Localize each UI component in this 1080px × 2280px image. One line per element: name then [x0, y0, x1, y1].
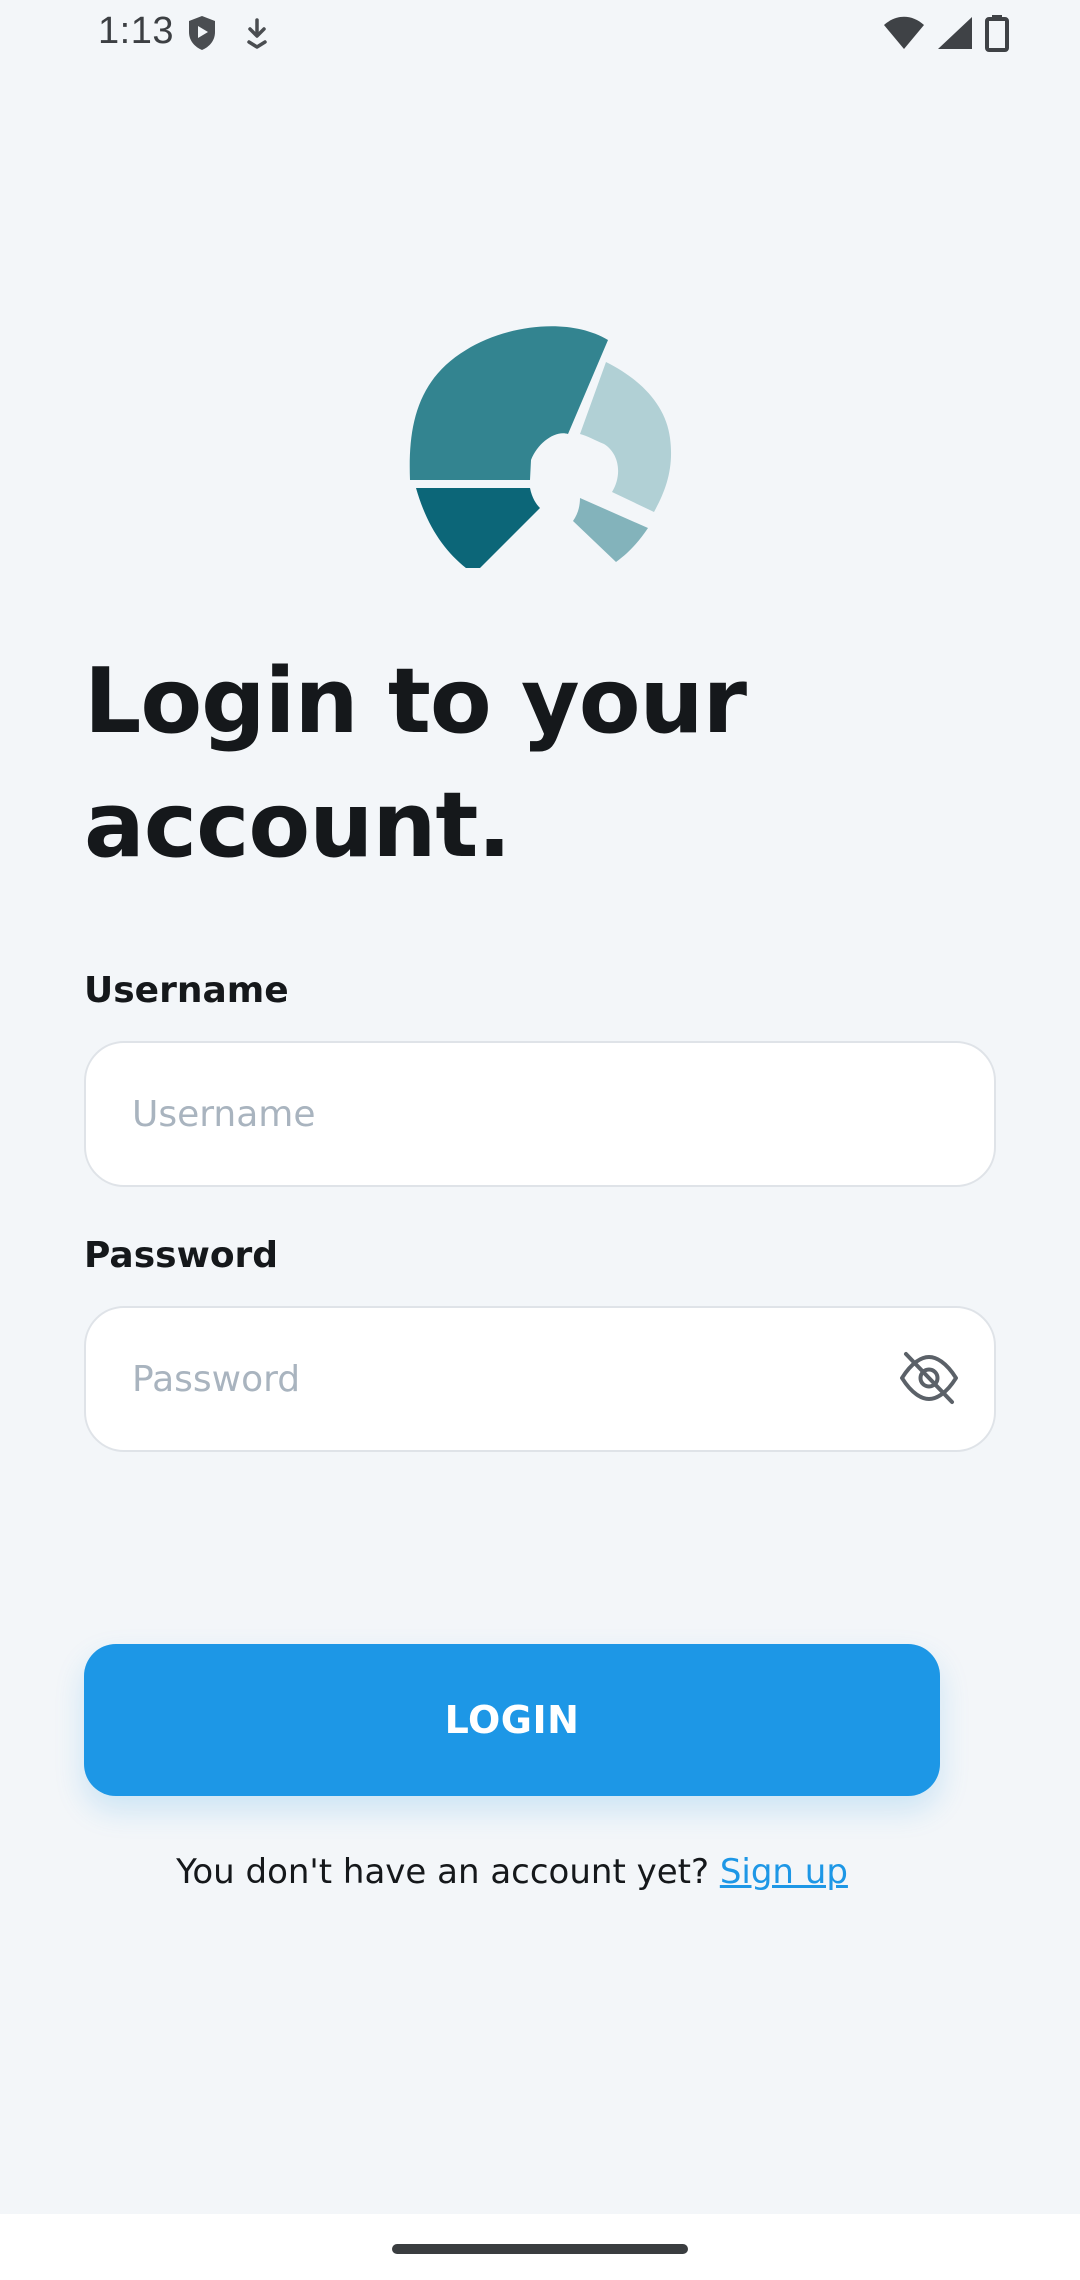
signup-prompt-text: You don't have an account yet? — [176, 1852, 720, 1892]
status-right-icons — [882, 14, 1010, 57]
status-left-icons — [186, 14, 270, 57]
signal-icon — [936, 15, 974, 56]
signup-link[interactable]: Sign up — [720, 1852, 848, 1892]
username-input[interactable] — [132, 1093, 892, 1135]
home-indicator[interactable] — [392, 2244, 688, 2254]
signup-prompt: You don't have an account yet? Sign up — [0, 1852, 1024, 1892]
username-field-container — [84, 1041, 996, 1187]
wifi-icon — [882, 15, 926, 56]
download-icon — [244, 17, 270, 54]
shield-icon — [186, 14, 218, 57]
page-title: Login to your account. — [84, 649, 747, 878]
login-button[interactable]: LOGIN — [84, 1644, 940, 1796]
status-time: 1:13 — [98, 10, 174, 52]
password-label: Password — [84, 1235, 279, 1276]
navigation-bar — [0, 2214, 1080, 2280]
password-field-container — [84, 1306, 996, 1452]
status-bar: 1:13 — [0, 0, 1080, 66]
login-screen: 1:13 Login to your account. Username Use… — [0, 0, 1080, 2280]
app-logo-icon — [408, 318, 674, 574]
eye-off-icon — [898, 1350, 960, 1411]
battery-icon — [984, 14, 1010, 57]
username-label: Username — [84, 970, 289, 1011]
password-input[interactable] — [132, 1358, 892, 1400]
password-visibility-toggle[interactable] — [898, 1350, 960, 1411]
